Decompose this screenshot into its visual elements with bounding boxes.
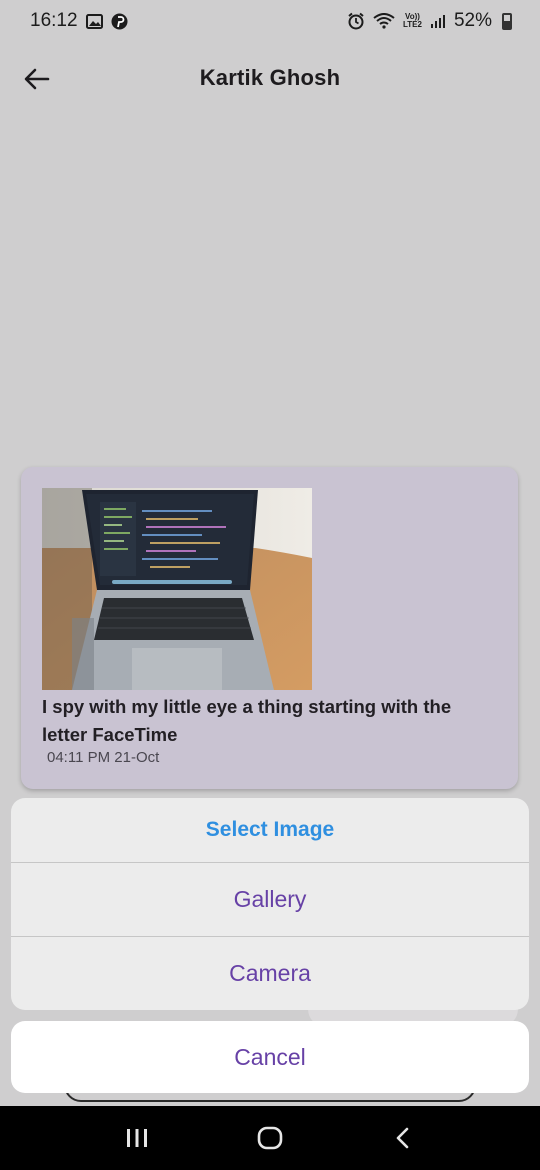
lte-label: LTE2 bbox=[403, 20, 422, 29]
recent-apps-button[interactable] bbox=[107, 1106, 167, 1170]
action-sheet: Select Image Gallery Camera bbox=[11, 798, 529, 1010]
status-time: 16:12 bbox=[30, 10, 78, 31]
status-right: Vo)) LTE2 52% bbox=[347, 10, 512, 32]
back-nav-icon bbox=[397, 1127, 409, 1149]
camera-option[interactable]: Camera bbox=[11, 936, 529, 1010]
gallery-icon bbox=[85, 13, 103, 29]
battery-percent: 52% bbox=[453, 10, 492, 31]
recent-apps-icon bbox=[126, 1129, 147, 1147]
volte-icon: Vo)) LTE2 bbox=[403, 13, 422, 29]
home-icon bbox=[257, 1126, 283, 1150]
gallery-option[interactable]: Gallery bbox=[11, 862, 529, 936]
alarm-icon bbox=[347, 12, 365, 30]
status-left: 16:12 bbox=[30, 10, 128, 32]
status-bar: 16:12 Vo)) LTE2 52% bbox=[0, 0, 540, 42]
app-bar: Kartik Ghosh bbox=[0, 42, 540, 114]
message-timestamp: 04:11 PM 21-Oct bbox=[47, 749, 160, 766]
home-button[interactable] bbox=[240, 1106, 300, 1170]
cancel-button[interactable]: Cancel bbox=[11, 1021, 529, 1093]
back-nav-button[interactable] bbox=[373, 1106, 433, 1170]
back-button[interactable] bbox=[18, 60, 56, 98]
laptop-photo[interactable] bbox=[42, 488, 312, 690]
action-sheet-title: Select Image bbox=[205, 818, 335, 841]
wifi-calling-icon bbox=[373, 13, 395, 29]
pinterest-icon bbox=[111, 13, 128, 30]
message-bubble[interactable]: I spy with my little eye a thing startin… bbox=[21, 467, 518, 789]
signal-icon bbox=[430, 14, 446, 29]
page-title: Kartik Ghosh bbox=[199, 65, 341, 90]
arrow-left-icon bbox=[24, 68, 50, 90]
system-nav-bar bbox=[0, 1106, 540, 1170]
message-text: I spy with my little eye a thing startin… bbox=[42, 696, 452, 745]
battery-icon bbox=[502, 12, 512, 30]
